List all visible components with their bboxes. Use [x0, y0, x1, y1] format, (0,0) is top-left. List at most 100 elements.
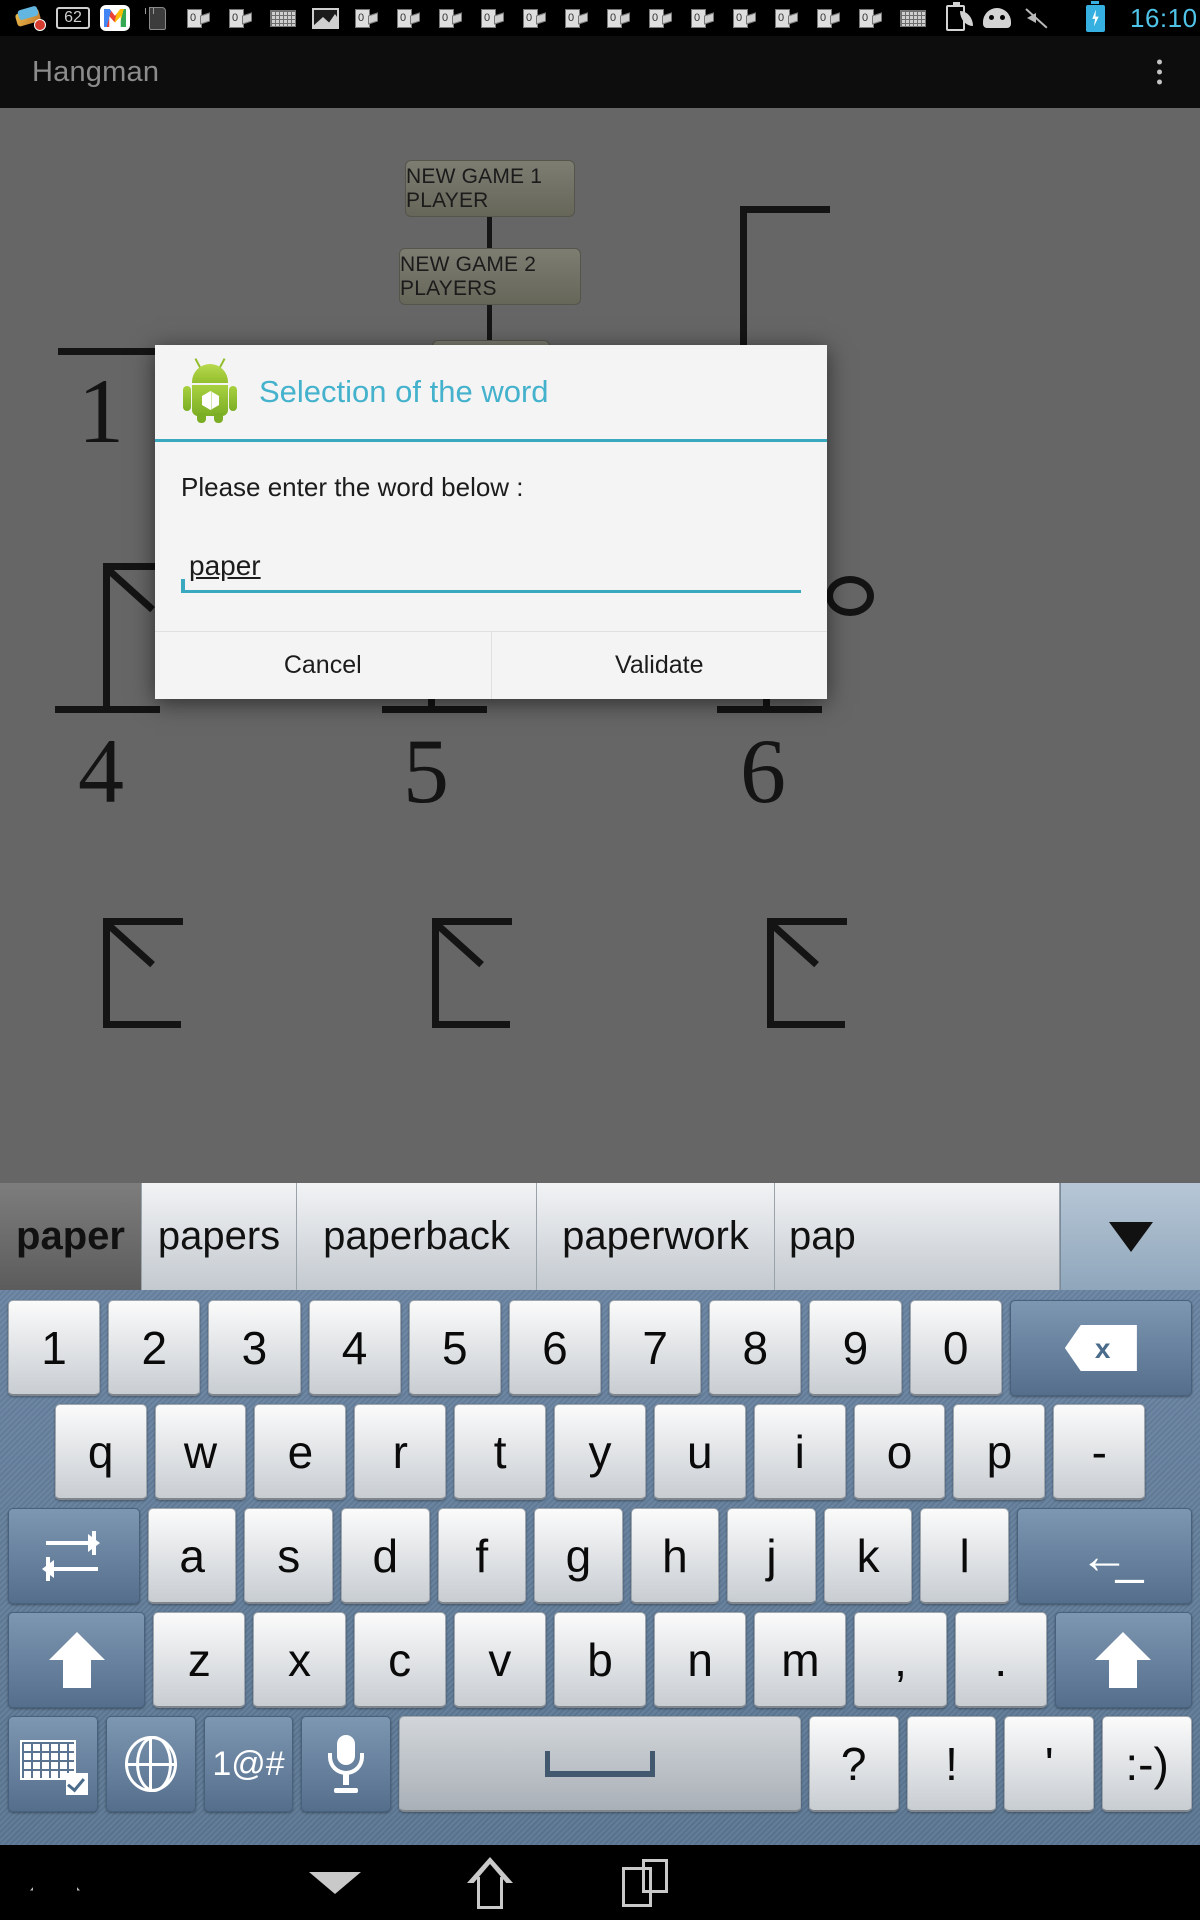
suggestion-item-0[interactable]: paper [0, 1183, 142, 1290]
gallows-7-brace [105, 921, 155, 968]
dialog-header: Selection of the word [155, 345, 827, 442]
suggestion-item-2[interactable]: paperback [297, 1183, 537, 1290]
key-y[interactable]: y [554, 1404, 646, 1500]
key-period[interactable]: . [954, 1612, 1047, 1708]
key-f[interactable]: f [437, 1508, 527, 1604]
key-6[interactable]: 6 [508, 1300, 602, 1396]
hide-keyboard-button[interactable] [10, 1845, 100, 1920]
key-z[interactable]: z [153, 1612, 246, 1708]
new-game-2-players-button[interactable]: NEW GAME 2 PLAYERS [399, 248, 581, 305]
gallows-3-beam [740, 206, 830, 213]
navigation-bar [0, 1845, 1200, 1920]
key-m[interactable]: m [754, 1612, 847, 1708]
key-9[interactable]: 9 [809, 1300, 902, 1396]
outlook-mail-icon-4: 0 [388, 3, 430, 33]
key-j[interactable]: j [727, 1508, 816, 1604]
count-62-icon: 62 [52, 3, 94, 33]
key-e[interactable]: e [254, 1404, 347, 1500]
shift-icon [1095, 1632, 1152, 1688]
suggestions-expand-button[interactable] [1060, 1183, 1200, 1290]
key-shift-right[interactable] [1054, 1612, 1193, 1708]
key-keyboard-select[interactable] [8, 1716, 98, 1812]
gallows-8-beam [432, 918, 512, 925]
key-4[interactable]: 4 [308, 1300, 401, 1396]
gallows-8-post [432, 918, 439, 1028]
key-enter[interactable]: ←̲ [1016, 1508, 1193, 1604]
key-p[interactable]: p [953, 1404, 1046, 1500]
key-l[interactable]: l [920, 1508, 1009, 1604]
key-comma[interactable]: , [854, 1612, 947, 1708]
word-input[interactable] [181, 550, 801, 586]
key-symbols[interactable]: 1@# [203, 1716, 294, 1812]
gallows-7-post [103, 918, 110, 1028]
key-q[interactable]: q [54, 1404, 147, 1500]
key-2[interactable]: 2 [108, 1300, 201, 1396]
key-n[interactable]: n [654, 1612, 747, 1708]
dialog-message: Please enter the word below : [181, 472, 524, 502]
gallows-5-base [382, 706, 487, 713]
recent-apps-button[interactable] [600, 1845, 690, 1920]
paint-notification-icon [10, 3, 52, 33]
action-bar: Hangman [0, 36, 1200, 108]
back-button[interactable] [290, 1845, 380, 1920]
qwerty-row: q w e r t y u i o p - [4, 1400, 1196, 1504]
key-backspace[interactable]: x [1009, 1300, 1193, 1396]
key-i[interactable]: i [753, 1404, 846, 1500]
page-title: Hangman [32, 55, 160, 88]
gallows-9-post [767, 918, 774, 1028]
key-7[interactable]: 7 [609, 1300, 702, 1396]
enter-icon: ←̲ [1079, 1528, 1130, 1584]
key-8[interactable]: 8 [709, 1300, 802, 1396]
key-language[interactable] [105, 1716, 196, 1812]
suggestion-item-4[interactable]: pap [775, 1183, 1060, 1290]
key-u[interactable]: u [653, 1404, 746, 1500]
key-question[interactable]: ? [808, 1716, 899, 1812]
keyboard-rows: 1 2 3 4 5 6 7 8 9 0 x q w e r t y u i o … [0, 1290, 1200, 1820]
validate-button[interactable]: Validate [490, 632, 827, 699]
recent-apps-icon [622, 1858, 668, 1907]
gmail-icon [94, 3, 136, 33]
key-a[interactable]: a [147, 1508, 237, 1604]
key-b[interactable]: b [553, 1612, 647, 1708]
key-s[interactable]: s [244, 1508, 333, 1604]
gallows-number-4: 4 [78, 720, 124, 822]
outlook-mail-icon-2: 0 [220, 3, 262, 33]
key-emoticon[interactable]: :-) [1102, 1716, 1193, 1812]
key-h[interactable]: h [630, 1508, 720, 1604]
backspace-icon: x [1064, 1325, 1137, 1371]
gallows-7-arm [103, 1021, 181, 1028]
status-bar-clock: 16:10 [1130, 2, 1198, 33]
key-r[interactable]: r [354, 1404, 447, 1500]
key-c[interactable]: c [353, 1612, 446, 1708]
key-o[interactable]: o [853, 1404, 946, 1500]
key-t[interactable]: t [454, 1404, 547, 1500]
key-apostrophe[interactable]: ' [1004, 1716, 1095, 1812]
key-0[interactable]: 0 [909, 1300, 1002, 1396]
key-space[interactable] [399, 1716, 801, 1812]
home-button[interactable] [445, 1845, 535, 1920]
key-shift-left[interactable] [8, 1612, 146, 1708]
key-x[interactable]: x [253, 1612, 346, 1708]
key-k[interactable]: k [823, 1508, 913, 1604]
keyboard-select-icon [19, 1736, 88, 1795]
key-1[interactable]: 1 [8, 1300, 101, 1396]
space-icon [545, 1750, 656, 1777]
key-tab[interactable] [8, 1508, 140, 1604]
new-game-1-player-button[interactable]: NEW GAME 1 PLAYER [405, 160, 575, 217]
key-3[interactable]: 3 [208, 1300, 301, 1396]
key-exclamation[interactable]: ! [906, 1716, 997, 1812]
android-robot-icon [183, 358, 237, 423]
cancel-button[interactable]: Cancel [155, 632, 491, 699]
status-bar-notification-icons: 62 0 0 0 0 0 0 0 0 0 0 0 0 0 0 0 [0, 2, 1018, 33]
bottom-letter-row: z x c v b n m , . [4, 1608, 1196, 1712]
key-5[interactable]: 5 [408, 1300, 501, 1396]
overflow-menu-icon[interactable] [1147, 50, 1172, 95]
key-w[interactable]: w [154, 1404, 247, 1500]
key-v[interactable]: v [453, 1612, 546, 1708]
key-voice-input[interactable] [301, 1716, 392, 1812]
suggestion-item-1[interactable]: papers [142, 1183, 297, 1290]
suggestion-item-3[interactable]: paperwork [537, 1183, 775, 1290]
key-hyphen[interactable]: - [1053, 1404, 1146, 1500]
key-d[interactable]: d [340, 1508, 430, 1604]
key-g[interactable]: g [534, 1508, 623, 1604]
